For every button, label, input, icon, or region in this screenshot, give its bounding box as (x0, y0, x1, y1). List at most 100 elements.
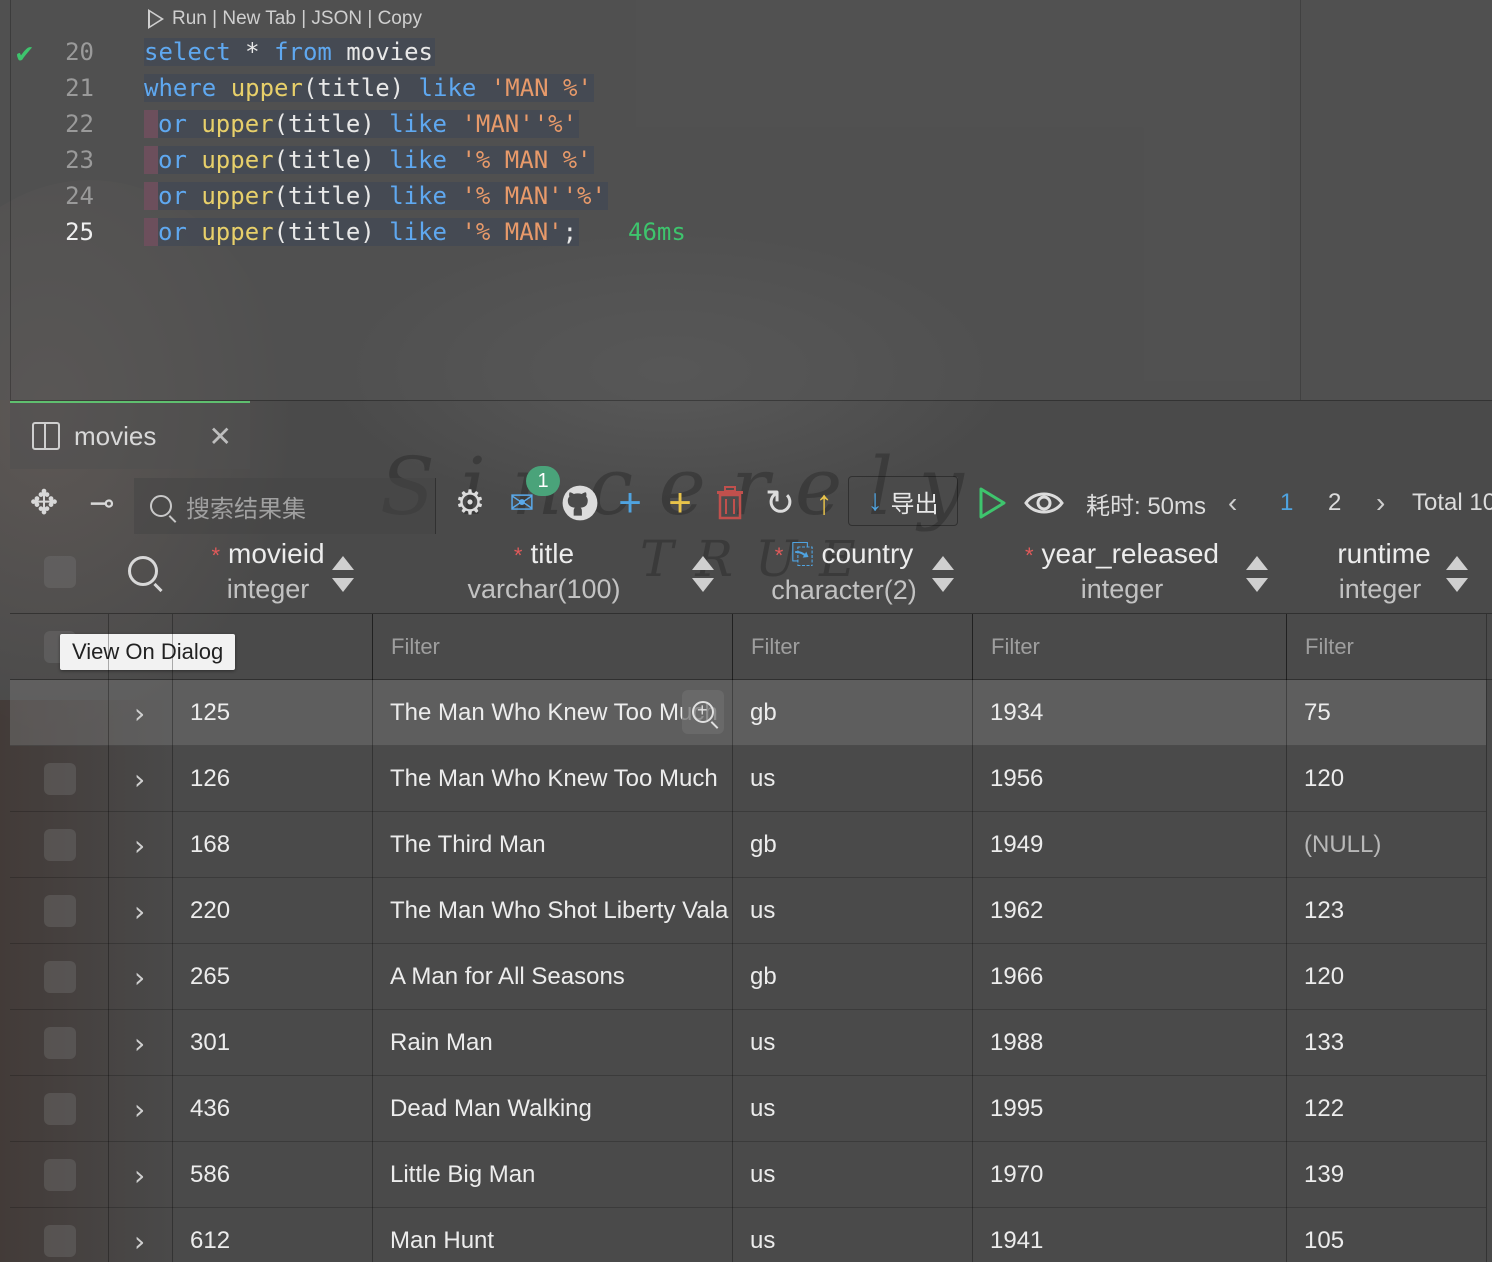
cell-year-released[interactable]: 1966 (990, 944, 1284, 1010)
cell-movieid[interactable]: 168 (190, 812, 370, 878)
cell-runtime[interactable]: 123 (1304, 878, 1484, 944)
cell-runtime[interactable]: 122 (1304, 1076, 1484, 1142)
cell-runtime[interactable]: 75 (1304, 680, 1484, 746)
github-icon[interactable] (558, 470, 602, 536)
cell-country[interactable]: gb (750, 944, 970, 1010)
codelens-label[interactable]: Run | New Tab | JSON | Copy (172, 8, 422, 30)
cell-year-released[interactable]: 1970 (990, 1142, 1284, 1208)
code-text[interactable]: where upper(title) like 'MAN %' (144, 74, 594, 102)
sort-icon[interactable] (1446, 556, 1468, 592)
expand-row-icon[interactable]: › (134, 1010, 145, 1076)
row-checkbox[interactable] (44, 1093, 76, 1125)
add-column-icon[interactable]: + (660, 470, 700, 536)
cell-movieid[interactable]: 586 (190, 1142, 370, 1208)
move-icon[interactable]: ✥ (24, 470, 64, 536)
row-checkbox[interactable] (44, 895, 76, 927)
prev-page-icon[interactable]: ‹ (1228, 470, 1237, 536)
cell-year-released[interactable]: 1962 (990, 878, 1284, 944)
cell-title[interactable]: The Third Man (390, 812, 730, 878)
codelens-actions[interactable]: Run | New Tab | JSON | Copy (148, 6, 422, 32)
eye-icon[interactable] (1022, 470, 1066, 536)
close-icon[interactable]: ✕ (209, 420, 232, 453)
column-header-movieid[interactable]: * movieid integer (138, 536, 398, 614)
table-row[interactable]: › 125 The Man Who Knew Too Much gb 1934 75 (10, 680, 1486, 746)
expand-row-icon[interactable]: › (134, 1142, 145, 1208)
cell-runtime[interactable]: 120 (1304, 746, 1484, 812)
code-line[interactable]: 22 or upper(title) like 'MAN''%' (0, 106, 1300, 142)
table-row[interactable]: › 220 The Man Who Shot Liberty Valance us 19… (10, 878, 1486, 944)
cell-country[interactable]: us (750, 1010, 970, 1076)
column-header-title[interactable]: * title varchar(100) (414, 536, 674, 614)
cell-title[interactable]: Man Hunt (390, 1208, 730, 1262)
run-icon[interactable] (148, 9, 164, 29)
code-line[interactable]: 23 or upper(title) like '% MAN %' (0, 142, 1300, 178)
code-text[interactable]: or upper(title) like '% MAN %' (144, 146, 594, 174)
filter-input-country[interactable]: Filter (732, 614, 972, 680)
table-row[interactable]: › 612 Man Hunt us 1941 105 (10, 1208, 1486, 1262)
code-text[interactable]: or upper(title) like '% MAN''%' (144, 182, 608, 210)
cell-year-released[interactable]: 1941 (990, 1208, 1284, 1262)
cell-year-released[interactable]: 1934 (990, 680, 1284, 746)
page-2[interactable]: 2 (1328, 470, 1341, 536)
cell-runtime[interactable]: (NULL) (1304, 812, 1484, 878)
column-header-year-released[interactable]: * year_released integer (992, 536, 1252, 614)
row-checkbox[interactable] (44, 763, 76, 795)
cell-country[interactable]: us (750, 1076, 970, 1142)
code-text[interactable]: or upper(title) like '% MAN'; (144, 218, 580, 246)
cell-runtime[interactable]: 105 (1304, 1208, 1484, 1262)
cell-runtime[interactable]: 133 (1304, 1010, 1484, 1076)
cell-title[interactable]: The Man Who Shot Liberty Valance (390, 878, 730, 944)
cell-movieid[interactable]: 612 (190, 1208, 370, 1262)
expand-row-icon[interactable]: › (134, 746, 145, 812)
cell-movieid[interactable]: 301 (190, 1010, 370, 1076)
cell-title[interactable]: The Man Who Knew Too Much (390, 680, 730, 746)
import-up-icon[interactable]: ↑ (806, 470, 842, 536)
table-row[interactable]: › 265 A Man for All Seasons gb 1966 120 (10, 944, 1486, 1010)
table-row[interactable]: › 301 Rain Man us 1988 133 (10, 1010, 1486, 1076)
cell-runtime[interactable]: 139 (1304, 1142, 1484, 1208)
view-on-dialog-button[interactable] (682, 690, 724, 734)
sql-editor[interactable]: Run | New Tab | JSON | Copy ✔ 20 select * … (0, 0, 1492, 400)
expand-row-icon[interactable]: › (134, 680, 145, 746)
add-row-icon[interactable]: + (610, 470, 650, 536)
cell-title[interactable]: Rain Man (390, 1010, 730, 1076)
page-1[interactable]: 1 (1280, 470, 1293, 536)
expand-row-icon[interactable]: › (134, 878, 145, 944)
row-checkbox[interactable] (44, 961, 76, 993)
row-checkbox[interactable] (44, 1159, 76, 1191)
code-line[interactable]: ✔ 20 select * from movies (0, 34, 1300, 70)
code-text[interactable]: or upper(title) like 'MAN''%' (144, 110, 580, 138)
cell-country[interactable]: us (750, 878, 970, 944)
cell-year-released[interactable]: 1988 (990, 1010, 1284, 1076)
refresh-icon[interactable]: ↻ (760, 470, 800, 536)
pin-icon[interactable]: ⊸ (82, 470, 122, 536)
sort-icon[interactable] (692, 556, 714, 592)
cell-country[interactable]: us (750, 1142, 970, 1208)
filter-input-year-released[interactable]: Filter (972, 614, 1286, 680)
row-checkbox[interactable] (44, 1225, 76, 1257)
cell-movieid[interactable]: 126 (190, 746, 370, 812)
cell-country[interactable]: us (750, 1208, 970, 1262)
filter-input-runtime[interactable]: Filter (1286, 614, 1486, 680)
sort-icon[interactable] (932, 556, 954, 592)
select-all-checkbox[interactable] (44, 556, 76, 588)
table-row[interactable]: › 586 Little Big Man us 1970 139 (10, 1142, 1486, 1208)
cell-title[interactable]: Dead Man Walking (390, 1076, 730, 1142)
trash-icon[interactable] (710, 470, 750, 536)
cell-year-released[interactable]: 1956 (990, 746, 1284, 812)
code-line[interactable]: 25 or upper(title) like '% MAN'; 46ms (0, 214, 1300, 250)
table-row[interactable]: › 168 The Third Man gb 1949 (NULL) (10, 812, 1486, 878)
code-line[interactable]: 21 where upper(title) like 'MAN %' (0, 70, 1300, 106)
cell-movieid[interactable]: 436 (190, 1076, 370, 1142)
cell-movieid[interactable]: 265 (190, 944, 370, 1010)
cell-year-released[interactable]: 1995 (990, 1076, 1284, 1142)
cell-country[interactable]: us (750, 746, 970, 812)
filter-input-title[interactable]: Filter (372, 614, 732, 680)
expand-row-icon[interactable]: › (134, 812, 145, 878)
gear-icon[interactable]: ⚙ (450, 470, 490, 536)
expand-row-icon[interactable]: › (134, 1076, 145, 1142)
sort-icon[interactable] (332, 556, 354, 592)
next-page-icon[interactable]: › (1376, 470, 1385, 536)
result-search-input[interactable]: 搜索结果集 (134, 478, 436, 534)
execute-icon[interactable] (972, 470, 1012, 536)
